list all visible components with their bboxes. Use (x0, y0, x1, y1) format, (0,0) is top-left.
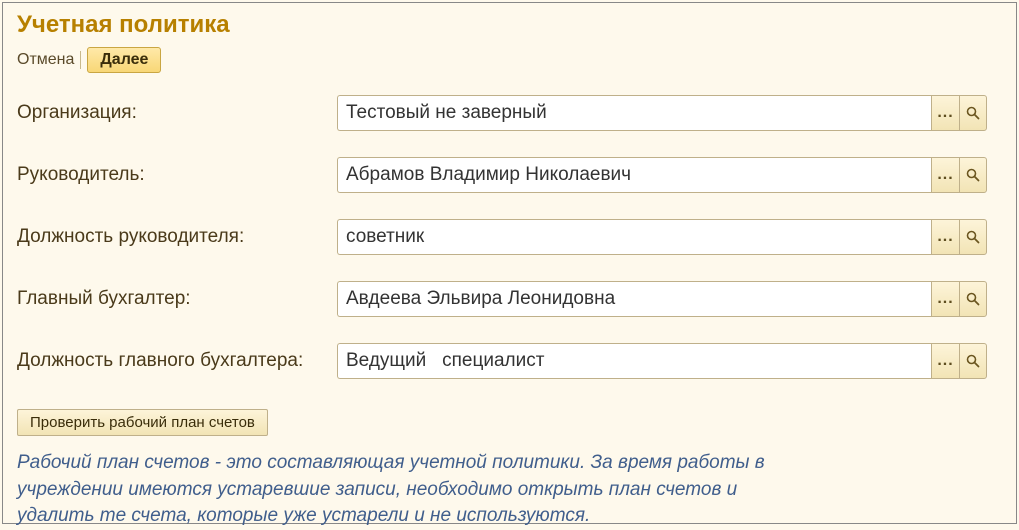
chief-accountant-position-select-button[interactable]: ... (931, 343, 959, 379)
label-chief-accountant: Главный бухгалтер: (17, 288, 337, 310)
input-group-chief-accountant-position: ... (337, 343, 987, 379)
row-head: Руководитель: ... (17, 157, 1002, 193)
head-search-button[interactable] (959, 157, 987, 193)
next-button[interactable]: Далее (87, 47, 161, 73)
row-head-position: Должность руководителя: ... (17, 219, 1002, 255)
chief-accountant-input[interactable] (337, 281, 931, 317)
label-chief-accountant-position: Должность главного бухгалтера: (17, 350, 337, 372)
chief-accountant-position-input[interactable] (337, 343, 931, 379)
ellipsis-icon: ... (937, 228, 953, 246)
chief-accountant-search-button[interactable] (959, 281, 987, 317)
chief-accountant-position-search-button[interactable] (959, 343, 987, 379)
search-icon (966, 354, 980, 368)
cancel-button[interactable]: Отмена (17, 51, 74, 69)
input-group-chief-accountant: ... (337, 281, 987, 317)
search-icon (966, 168, 980, 182)
head-input[interactable] (337, 157, 931, 193)
row-chief-accountant: Главный бухгалтер: ... (17, 281, 1002, 317)
organization-select-button[interactable]: ... (931, 95, 959, 131)
head-position-select-button[interactable]: ... (931, 219, 959, 255)
input-group-organization: ... (337, 95, 987, 131)
label-head: Руководитель: (17, 164, 337, 186)
toolbar-divider (80, 51, 81, 69)
head-select-button[interactable]: ... (931, 157, 959, 193)
search-icon (966, 230, 980, 244)
page-title: Учетная политика (17, 11, 1002, 39)
ellipsis-icon: ... (937, 104, 953, 122)
organization-search-button[interactable] (959, 95, 987, 131)
row-chief-accountant-position: Должность главного бухгалтера: ... (17, 343, 1002, 379)
organization-input[interactable] (337, 95, 931, 131)
toolbar: Отмена Далее (17, 47, 1002, 73)
check-plan-button[interactable]: Проверить рабочий план счетов (17, 409, 268, 436)
search-icon (966, 292, 980, 306)
form-frame: Учетная политика Отмена Далее Организаци… (2, 2, 1017, 524)
chief-accountant-select-button[interactable]: ... (931, 281, 959, 317)
head-position-search-button[interactable] (959, 219, 987, 255)
input-group-head-position: ... (337, 219, 987, 255)
input-group-head: ... (337, 157, 987, 193)
row-organization: Организация: ... (17, 95, 1002, 131)
ellipsis-icon: ... (937, 166, 953, 184)
head-position-input[interactable] (337, 219, 931, 255)
label-organization: Организация: (17, 102, 337, 124)
hint-text: Рабочий план счетов - это составляющая у… (17, 450, 797, 530)
label-head-position: Должность руководителя: (17, 226, 337, 248)
ellipsis-icon: ... (937, 290, 953, 308)
search-icon (966, 106, 980, 120)
ellipsis-icon: ... (937, 352, 953, 370)
